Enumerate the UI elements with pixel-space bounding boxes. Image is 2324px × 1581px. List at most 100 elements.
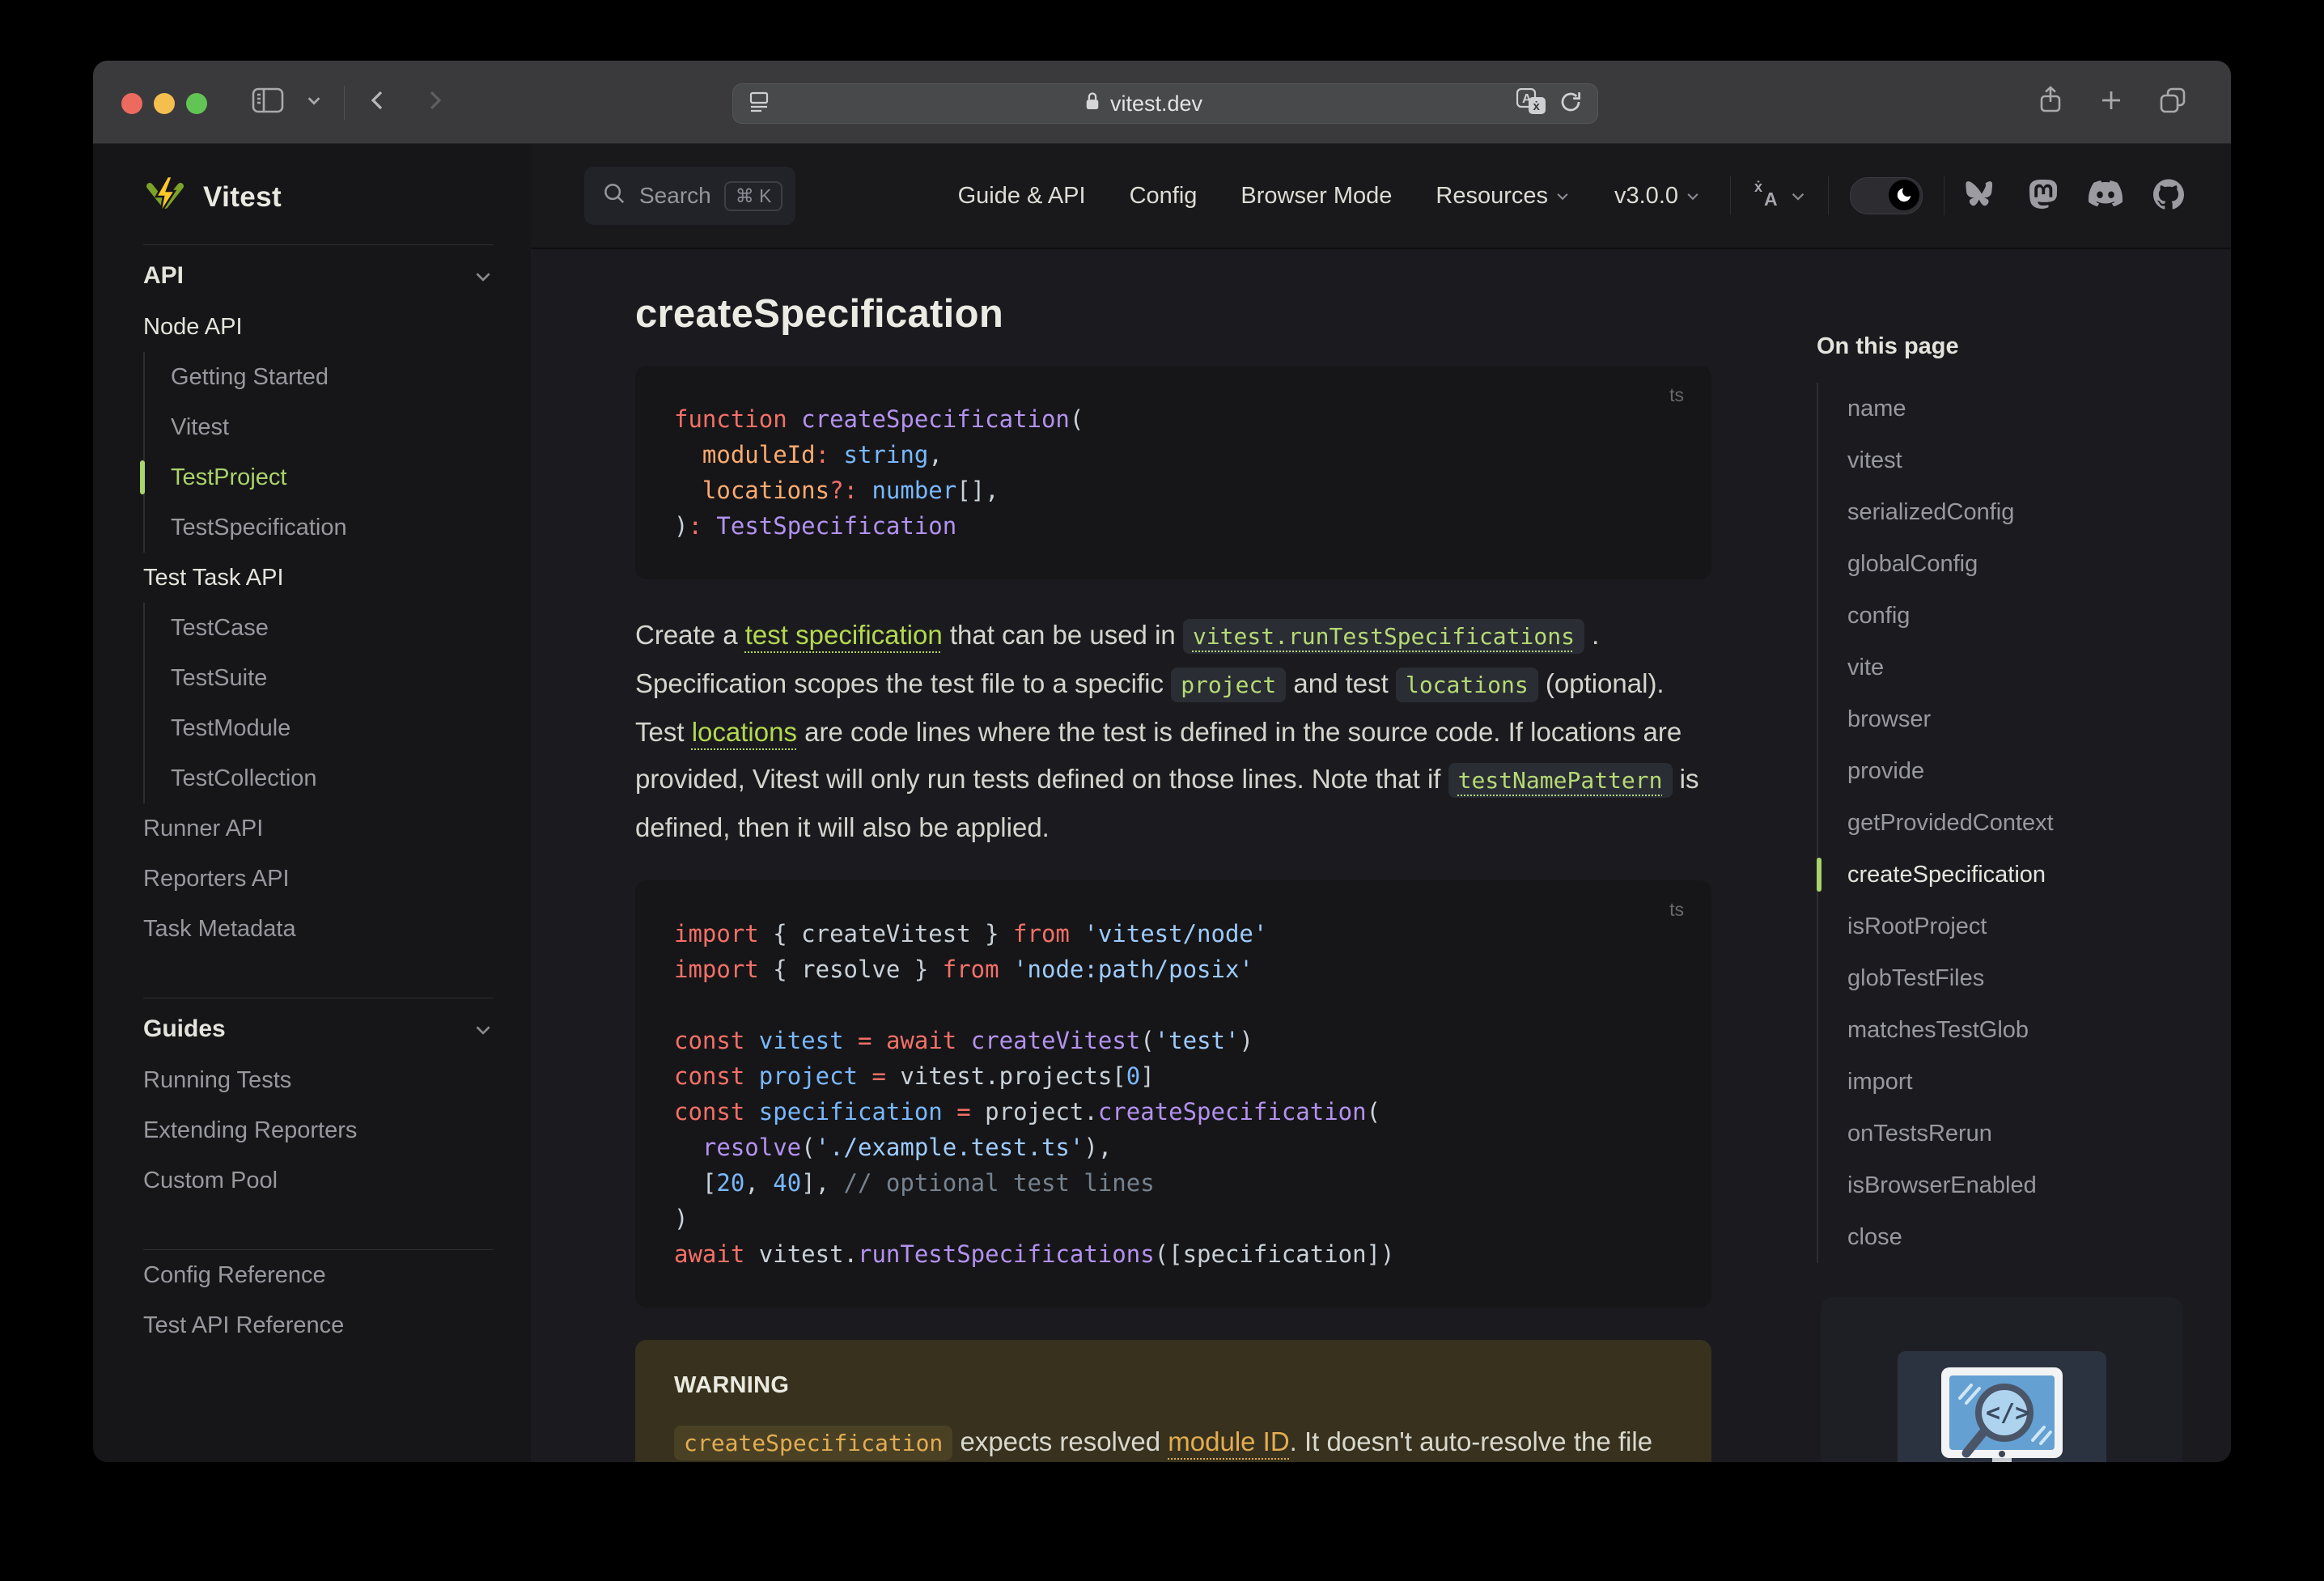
inline-link-test-specification[interactable]: test specification bbox=[745, 620, 943, 650]
on-this-page-aside: On this page name vitest serializedConfig g… bbox=[1817, 249, 2231, 1263]
language-menu[interactable]: ẋA bbox=[1752, 179, 1807, 214]
translate-icon[interactable]: Aẋ bbox=[1516, 87, 1547, 120]
sidebar-item-vitest[interactable]: Vitest bbox=[171, 402, 494, 452]
inline-link-vitest-runtestspecifications[interactable]: vitest.runTestSpecifications bbox=[1182, 619, 1584, 654]
outline-item-isbrowserenabled[interactable]: isBrowserEnabled bbox=[1847, 1159, 2231, 1211]
new-tab-icon[interactable] bbox=[2098, 87, 2124, 117]
code-line: moduleId: string, bbox=[702, 441, 943, 468]
docs-sidebar: Vitest API Node API Getting Started Vitest T… bbox=[93, 144, 531, 1462]
code-line: ) bbox=[674, 1205, 689, 1232]
forward-icon[interactable] bbox=[422, 87, 447, 118]
nav-link-guide-api[interactable]: Guide & API bbox=[958, 183, 1086, 210]
sponsor-illustration: </> bbox=[1897, 1351, 2106, 1462]
svg-text:</>: </> bbox=[1986, 1399, 2029, 1427]
outline-item-matchestestglob[interactable]: matchesTestGlob bbox=[1847, 1004, 2231, 1056]
reload-icon[interactable] bbox=[1559, 90, 1583, 118]
sidebar-item-testcase[interactable]: TestCase bbox=[171, 603, 494, 653]
chevron-down-icon bbox=[476, 273, 490, 282]
outline-item-serializedconfig[interactable]: serializedConfig bbox=[1847, 486, 2231, 538]
sidebar-item-extending-reporters[interactable]: Extending Reporters bbox=[143, 1105, 494, 1155]
nav-link-label: Guide & API bbox=[957, 182, 1086, 209]
search-icon bbox=[602, 181, 626, 211]
sponsor-card[interactable]: </> bbox=[1821, 1297, 2182, 1462]
nav-link-label: v3.0.0 bbox=[1614, 182, 1678, 209]
inline-link-module-id[interactable]: module ID bbox=[1168, 1426, 1289, 1456]
outline-item-close[interactable]: close bbox=[1847, 1211, 2231, 1263]
chevron-down-icon[interactable] bbox=[305, 91, 323, 113]
address-bar[interactable]: vitest.dev Aẋ bbox=[732, 83, 1598, 124]
sidebar-item-running-tests[interactable]: Running Tests bbox=[143, 1055, 494, 1105]
sidebar-subgroup: TestCase TestSuite TestModule TestCollectio… bbox=[143, 603, 494, 803]
outline-item-config[interactable]: config bbox=[1847, 590, 2231, 642]
inline-text-create-a: Create a bbox=[635, 620, 745, 650]
outline-item-import[interactable]: import bbox=[1847, 1056, 2231, 1108]
nav-link-resources[interactable]: Resources bbox=[1436, 183, 1571, 210]
sidebar-item-test-api-reference[interactable]: Test API Reference bbox=[143, 1300, 494, 1350]
search-kbd: ⌘ K bbox=[723, 180, 783, 211]
mastodon-icon[interactable] bbox=[2029, 179, 2058, 214]
sidebar-item-reporters-api[interactable]: Reporters API bbox=[143, 854, 494, 904]
inline-text-that-can-be-used-in: that can be used in bbox=[942, 620, 1183, 650]
outline-item-vitest[interactable]: vitest bbox=[1847, 434, 2231, 486]
code-line: import { createVitest } from 'vitest/nod… bbox=[674, 920, 1268, 947]
sidebar-item-testsuite[interactable]: TestSuite bbox=[171, 653, 494, 703]
nav-link-v3-0-0[interactable]: v3.0.0 bbox=[1614, 183, 1701, 210]
sidebar-item-node-api[interactable]: Node API bbox=[143, 302, 494, 352]
outline-item-ontestsrerun[interactable]: onTestsRerun bbox=[1847, 1108, 2231, 1159]
nav-link-config[interactable]: Config bbox=[1130, 183, 1198, 210]
outline-item-vite[interactable]: vite bbox=[1847, 642, 2231, 693]
sidebar-item-task-metadata[interactable]: Task Metadata bbox=[143, 904, 494, 954]
code-line: function createSpecification( bbox=[674, 405, 1084, 433]
inline-text-expects-resolved: expects resolved bbox=[952, 1426, 1168, 1456]
moon-icon bbox=[1889, 180, 1919, 210]
tab-overview-icon[interactable] bbox=[2158, 86, 2189, 119]
outline-item-provide[interactable]: provide bbox=[1847, 745, 2231, 797]
sidebar-item-test-task-api[interactable]: Test Task API bbox=[143, 553, 494, 603]
outline-item-globtestfiles[interactable]: globTestFiles bbox=[1847, 952, 2231, 1004]
sidebar-item-custom-pool[interactable]: Custom Pool bbox=[143, 1155, 494, 1206]
zoom-window-button[interactable] bbox=[186, 93, 207, 114]
theme-toggle[interactable] bbox=[1850, 177, 1923, 214]
sidebar-group-guides[interactable]: Guides bbox=[143, 1003, 494, 1055]
outline-list: name vitest serializedConfig globalConfig co… bbox=[1817, 383, 2231, 1263]
reader-icon[interactable] bbox=[748, 91, 770, 117]
inline-link-testnamepattern[interactable]: testNamePattern bbox=[1448, 763, 1673, 798]
minimize-window-button[interactable] bbox=[154, 93, 175, 114]
vitest-logo[interactable]: Vitest bbox=[143, 172, 494, 223]
share-icon[interactable] bbox=[2037, 85, 2064, 120]
sidebar-item-testcollection[interactable]: TestCollection bbox=[171, 753, 494, 803]
url-text: vitest.dev bbox=[1109, 91, 1203, 116]
sidebar-group-api[interactable]: API bbox=[143, 250, 494, 302]
sidebar-toggle-icon[interactable] bbox=[252, 87, 284, 118]
sidebar-item-config-reference[interactable]: Config Reference bbox=[143, 1250, 494, 1300]
search-button[interactable]: Search ⌘ K bbox=[584, 167, 796, 225]
outline-item-isrootproject[interactable]: isRootProject bbox=[1847, 901, 2231, 952]
bluesky-icon[interactable] bbox=[1966, 180, 1998, 213]
sidebar-item-testproject[interactable]: TestProject bbox=[140, 452, 494, 502]
outline-item-createspecification[interactable]: createSpecification bbox=[1817, 849, 2231, 901]
sidebar-group-title: API bbox=[143, 262, 184, 289]
sidebar-item-testmodule[interactable]: TestModule bbox=[171, 703, 494, 753]
outline-item-globalconfig[interactable]: globalConfig bbox=[1847, 538, 2231, 590]
sidebar-item-testspecification[interactable]: TestSpecification bbox=[171, 502, 494, 553]
code-line: const vitest = await createVitest('test'… bbox=[674, 1027, 1253, 1054]
close-window-button[interactable] bbox=[121, 93, 142, 114]
outline-item-name[interactable]: name bbox=[1847, 383, 2231, 434]
code-block-example: ts import { createVitest } from 'vitest/… bbox=[635, 880, 1711, 1308]
code-line: const specification = project.createSpec… bbox=[674, 1098, 1381, 1125]
github-icon[interactable] bbox=[2153, 178, 2184, 214]
inline-link-locations[interactable]: locations bbox=[692, 717, 797, 747]
code-line: resolve('./example.test.ts'), bbox=[702, 1134, 1113, 1161]
nav-link-browser-mode[interactable]: Browser Mode bbox=[1240, 183, 1392, 210]
outline-item-browser[interactable]: browser bbox=[1847, 693, 2231, 745]
search-label: Search bbox=[639, 183, 711, 208]
chevron-down-icon bbox=[1792, 193, 1804, 201]
sidebar-divider bbox=[143, 244, 494, 245]
sidebar-item-getting-started[interactable]: Getting Started bbox=[171, 352, 494, 402]
outline-item-getprovidedcontext[interactable]: getProvidedContext bbox=[1847, 797, 2231, 849]
back-icon[interactable] bbox=[366, 87, 390, 118]
inline-text-project: project bbox=[1171, 668, 1287, 702]
discord-icon[interactable] bbox=[2088, 180, 2123, 212]
sidebar-item-runner-api[interactable]: Runner API bbox=[143, 803, 494, 854]
navbar-divider bbox=[1828, 176, 1829, 215]
